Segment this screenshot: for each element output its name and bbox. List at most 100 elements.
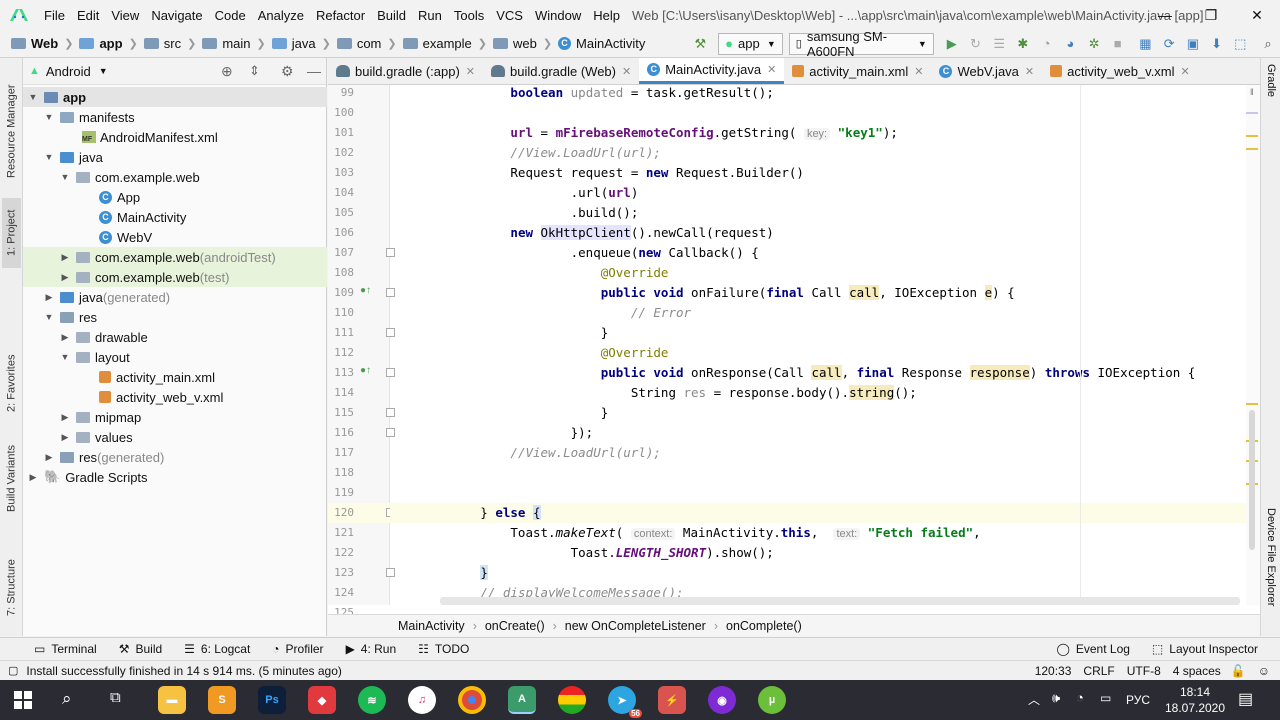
tab-gradle[interactable]: Gradle (1263, 64, 1279, 114)
tree-item-layout[interactable]: ▼ layout (23, 347, 327, 367)
photoshop-app[interactable]: Ps (258, 686, 286, 714)
crumb-web[interactable]: web (490, 36, 540, 51)
attach-process-button[interactable]: ✲ (1086, 35, 1102, 53)
stop-button[interactable]: ■ (1110, 35, 1126, 53)
file-encoding[interactable]: UTF-8 (1127, 664, 1161, 678)
tree-item-res-generated[interactable]: ▶ res (generated) (23, 447, 327, 467)
horizontal-scrollbar[interactable] (440, 597, 1240, 605)
battery-button[interactable]: ▭ (1100, 691, 1111, 705)
menu-analyze[interactable]: Analyze (252, 8, 310, 23)
lgbt-app[interactable] (558, 686, 586, 714)
tree-item-manifests[interactable]: ▼ manifests (23, 107, 327, 127)
tab-build-variants[interactable]: Build Variants (2, 443, 21, 513)
git-app[interactable]: ⚡ (658, 686, 686, 714)
tree-item-app[interactable]: ▼ app (23, 87, 327, 107)
crumb-example[interactable]: example (400, 36, 475, 51)
stripe-mark[interactable] (1246, 135, 1258, 137)
profile-button[interactable]: ◔ (1039, 35, 1055, 53)
collapse-all-icon[interactable]: ⇕ (249, 63, 260, 79)
indent-setting[interactable]: 4 spaces (1173, 664, 1221, 678)
run-button[interactable]: ▶ (944, 35, 960, 53)
tree-item-android-test[interactable]: ▶ com.example.web (androidTest) (23, 247, 327, 267)
tab-activity-main-xml[interactable]: activity_main.xml ✕ (784, 58, 931, 84)
menu-code[interactable]: Code (209, 8, 252, 23)
itunes-app[interactable]: ♫ (408, 686, 436, 714)
menu-tools[interactable]: Tools (448, 8, 490, 23)
tree-item-java[interactable]: ▼ java (23, 147, 327, 167)
crumb-app[interactable]: app (76, 36, 125, 51)
stripe-mark[interactable] (1246, 403, 1258, 405)
tree-item-drawable[interactable]: ▶ drawable (23, 327, 327, 347)
utorrent-app[interactable]: µ (758, 686, 786, 714)
menu-build[interactable]: Build (371, 8, 412, 23)
tab-favorites[interactable]: 2: Favorites (2, 343, 21, 423)
tree-item-res[interactable]: ▼ res (23, 307, 327, 327)
avd-manager-button[interactable]: ▣ (1185, 35, 1201, 53)
close-window-button[interactable]: ✕ (1234, 0, 1280, 30)
sdk-manager-button[interactable]: ⬇ (1209, 35, 1225, 53)
close-tab-icon[interactable]: ✕ (1181, 65, 1190, 78)
tab-device-file-explorer[interactable]: Device File Explorer (1263, 508, 1279, 628)
tree-item-mipmap[interactable]: ▶ mipmap (23, 407, 327, 427)
close-tab-icon[interactable]: ✕ (622, 65, 631, 78)
crumb-main[interactable]: main (199, 36, 253, 51)
close-tab-icon[interactable]: ✕ (1025, 65, 1034, 78)
clock[interactable]: 18:14 18.07.2020 (1160, 684, 1230, 716)
tab-build-gradle-web[interactable]: build.gradle (Web) ✕ (483, 58, 639, 84)
line-separator[interactable]: CRLF (1083, 664, 1114, 678)
task-view-button[interactable]: ⧉ (110, 689, 121, 706)
run-tab[interactable]: ▶ 4: Run (346, 642, 397, 656)
menu-window[interactable]: Window (529, 8, 587, 23)
crumb-java[interactable]: java (269, 36, 319, 51)
status-toggle-icon[interactable]: ▢ (8, 664, 18, 677)
windows-start-button[interactable] (14, 691, 32, 712)
override-marker-icon[interactable]: ●↑ (360, 365, 371, 376)
breadcrumb-method[interactable]: onCreate() (485, 619, 545, 633)
android-studio-app[interactable]: A (508, 686, 536, 714)
tree-item-webv[interactable]: C WebV (23, 227, 327, 247)
profiler-tab[interactable]: ◔ Profiler (272, 642, 323, 656)
menu-view[interactable]: View (105, 8, 145, 23)
breadcrumb-class[interactable]: MainActivity (398, 619, 465, 633)
vertical-scrollbar[interactable] (1249, 410, 1255, 550)
run-config-select[interactable]: ● app ▼ (718, 32, 783, 55)
taskbar-search-button[interactable]: ⌕ (62, 689, 72, 709)
telegram-app[interactable]: ➤ 56 (608, 686, 642, 718)
spotify-app[interactable]: ≋ (358, 686, 386, 714)
gear-icon[interactable]: ⚙ (281, 63, 294, 80)
menu-vcs[interactable]: VCS (490, 8, 529, 23)
apply-code-changes-button[interactable]: ☰ (991, 35, 1007, 53)
minimize-button[interactable]: — (1142, 0, 1188, 30)
file-explorer-app[interactable]: ▬ (158, 686, 186, 714)
tray-expand-button[interactable]: ︿ (1028, 691, 1040, 708)
tree-item-java-generated[interactable]: ▶ java (generated) (23, 287, 327, 307)
build-tab[interactable]: ⚒ Build (119, 642, 162, 656)
volume-button[interactable]: 🕪 (1052, 690, 1060, 706)
event-log-tab[interactable]: ◯ Event Log (1056, 642, 1129, 656)
tab-build-gradle-app[interactable]: build.gradle (:app) ✕ (328, 58, 483, 84)
terminal-tab[interactable]: ▭ Terminal (34, 642, 97, 656)
menu-file[interactable]: File (38, 8, 71, 23)
crumb-mainactivity[interactable]: C MainActivity (555, 36, 648, 51)
tree-item-values[interactable]: ▶ values (23, 427, 327, 447)
crumb-src[interactable]: src (141, 36, 184, 51)
apply-changes-button[interactable]: ↻ (968, 35, 984, 53)
menu-run[interactable]: Run (412, 8, 448, 23)
menu-refactor[interactable]: Refactor (310, 8, 371, 23)
tree-item-androidmanifest[interactable]: MF AndroidManifest.xml (23, 127, 327, 147)
close-tab-icon[interactable]: ✕ (466, 65, 475, 78)
logcat-tab[interactable]: ☰ 6: Logcat (184, 642, 250, 656)
layout-inspector-button[interactable]: ⬚ (1232, 35, 1248, 53)
stripe-mark[interactable] (1246, 148, 1258, 150)
language-indicator[interactable]: РУС (1126, 693, 1150, 707)
override-marker-icon[interactable]: ●↑ (360, 285, 371, 296)
tree-item-activity-main-xml[interactable]: activity_main.xml (23, 367, 327, 387)
search-button[interactable]: ⌕ (1260, 35, 1276, 53)
tree-item-gradle-scripts[interactable]: ▶ 🐘 Gradle Scripts (23, 467, 327, 487)
breadcrumb-callback[interactable]: onComplete() (726, 619, 802, 633)
tree-item-app-class[interactable]: C App (23, 187, 327, 207)
tor-app[interactable]: ◉ (708, 686, 736, 714)
close-tab-icon[interactable]: ✕ (914, 65, 923, 78)
tree-item-test[interactable]: ▶ com.example.web (test) (23, 267, 327, 287)
tree-item-package[interactable]: ▼ com.example.web (23, 167, 327, 187)
